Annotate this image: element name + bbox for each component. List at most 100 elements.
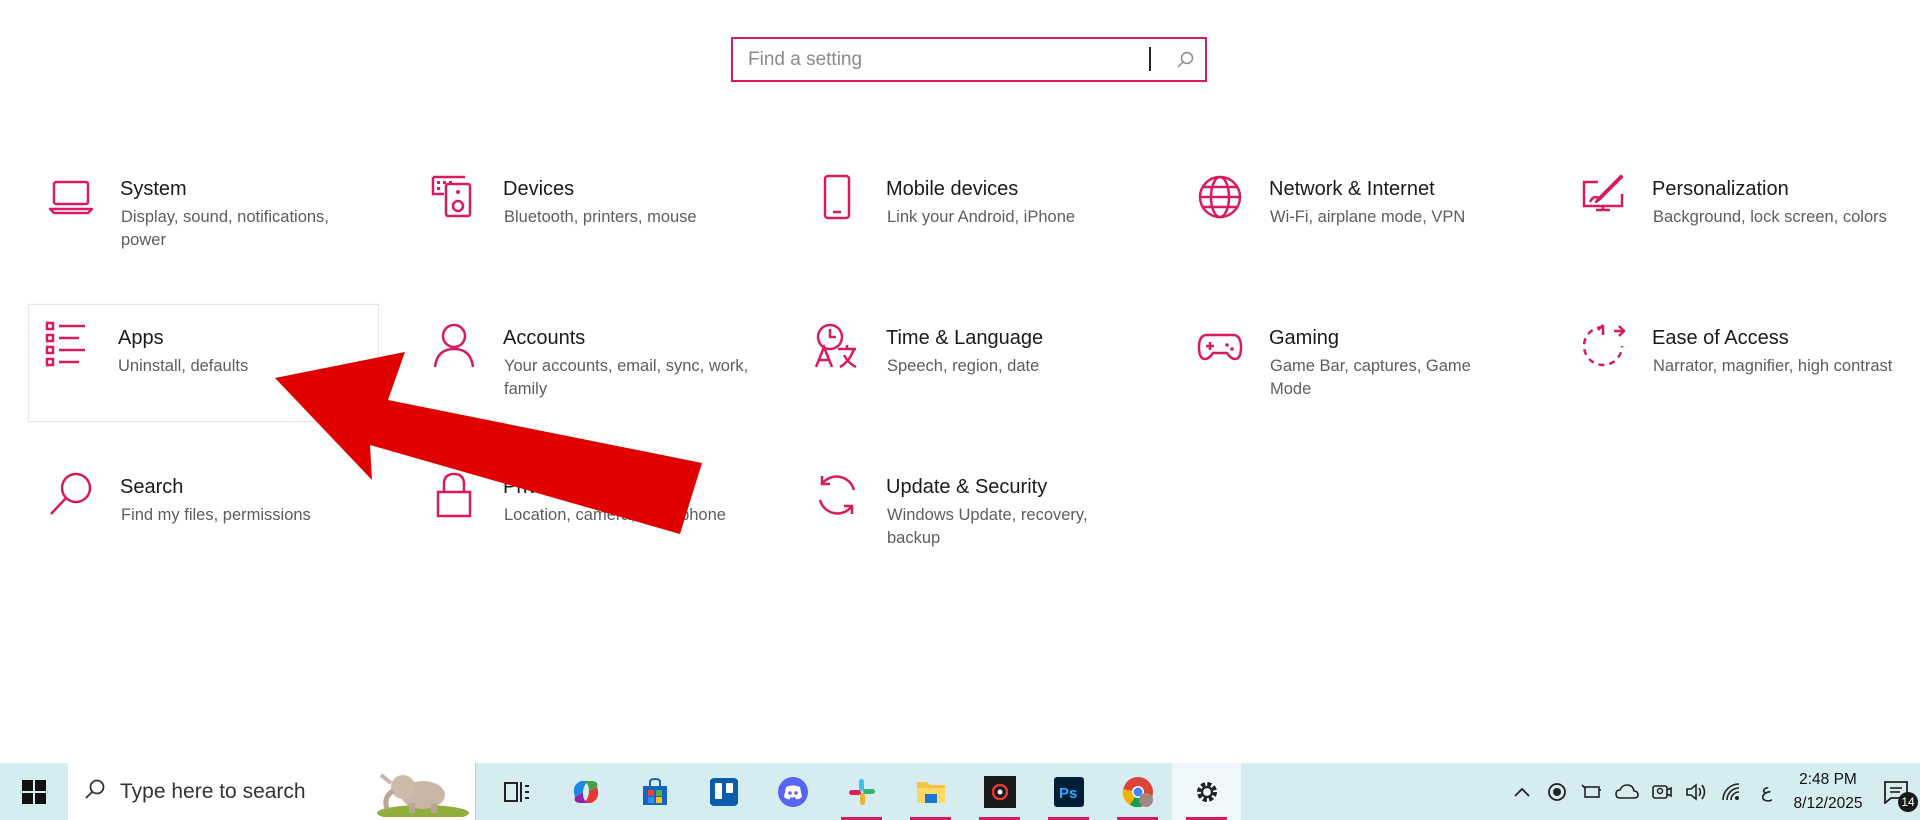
svg-text:Ps: Ps: [1059, 785, 1077, 802]
tile-title: Gaming: [1269, 327, 1340, 349]
tile-description: Speech, region, date: [887, 357, 1040, 375]
taskbar-clock[interactable]: 2:48 PM 8/12/2025: [1784, 768, 1872, 816]
tray-onedrive-button[interactable]: [1609, 763, 1644, 820]
speaker-icon: [1685, 782, 1705, 801]
search-icon[interactable]: [1165, 39, 1205, 80]
search-icon: [84, 778, 106, 805]
taskbar-search-placeholder: Type here to search: [120, 779, 306, 803]
taskbar-pinned-apps: Ps: [482, 763, 1241, 820]
cloud-icon: [1614, 783, 1639, 799]
tile-description: Link your Android, iPhone: [887, 208, 1076, 226]
trello-icon: [709, 777, 738, 806]
tile-description: Game Bar, captures, Game Mode: [1270, 357, 1471, 398]
task-view-button[interactable]: [482, 763, 551, 820]
find-setting-search[interactable]: Find a setting: [731, 37, 1207, 82]
tile-update-security[interactable]: Update & Security Windows Update, recove…: [796, 458, 1151, 576]
tile-description: Your accounts, email, sync, work, family: [504, 357, 749, 398]
lock-icon: [429, 470, 479, 520]
tile-description: Windows Update, recovery, backup: [887, 506, 1088, 547]
tile-description: Bluetooth, printers, mouse: [504, 208, 697, 226]
tile-description: Narrator, magnifier, high contrast: [1653, 357, 1893, 375]
tile-time-language[interactable]: Time & Language Speech, region, date: [796, 309, 1151, 427]
tile-title: Time & Language: [886, 327, 1044, 349]
search-icon: [46, 470, 96, 520]
tile-title: Accounts: [503, 327, 586, 349]
start-button[interactable]: [0, 763, 68, 820]
tray-record-button[interactable]: [1539, 763, 1574, 820]
search-input[interactable]: Find a setting: [733, 49, 1165, 71]
notification-count-badge: 14: [1898, 792, 1918, 812]
sync-arrows-icon: [812, 470, 862, 520]
game-controller-icon: [1195, 321, 1245, 371]
system-tray: ع 2:48 PM 8/12/2025 14: [1504, 763, 1920, 820]
tile-devices[interactable]: Devices Bluetooth, printers, mouse: [413, 160, 768, 278]
slack-icon: [848, 778, 875, 805]
clock-date: 8/12/2025: [1793, 794, 1863, 812]
tray-network-button[interactable]: [1714, 763, 1749, 820]
chrome-icon: [1122, 776, 1153, 807]
discord-icon: [777, 776, 808, 807]
tile-description: Uninstall, defaults: [118, 357, 249, 375]
tile-search[interactable]: Search Find my files, permissions: [30, 458, 385, 576]
davinci-resolve-app[interactable]: [965, 763, 1034, 820]
tile-description: Find my files, permissions: [121, 506, 311, 524]
copilot-app[interactable]: [551, 763, 620, 820]
tile-accounts[interactable]: Accounts Your accounts, email, sync, wor…: [413, 309, 768, 427]
tile-description: Background, lock screen, colors: [1653, 208, 1887, 226]
tile-title: Search: [120, 476, 184, 498]
tile-system[interactable]: System Display, sound, notifications, po…: [30, 160, 385, 278]
ease-of-access-icon: [1578, 321, 1628, 371]
chrome-app[interactable]: [1103, 763, 1172, 820]
photoshop-icon: Ps: [1053, 776, 1084, 807]
tray-volume-button[interactable]: [1679, 763, 1714, 820]
tray-battery-button[interactable]: [1574, 763, 1609, 820]
tray-meet-button[interactable]: [1644, 763, 1679, 820]
tile-title: Devices: [503, 178, 575, 200]
taskbar-search-box[interactable]: Type here to search: [68, 763, 476, 820]
tile-description: Wi-Fi, airplane mode, VPN: [1270, 208, 1466, 226]
tile-title: Apps: [118, 327, 164, 349]
tile-title: System: [120, 178, 187, 200]
input-language-indicator[interactable]: ع: [1749, 763, 1784, 820]
tile-title: Update & Security: [886, 476, 1048, 498]
tile-title: Ease of Access: [1652, 327, 1789, 349]
tile-gaming[interactable]: Gaming Game Bar, captures, Game Mode: [1179, 309, 1534, 427]
devices-icon: [429, 172, 479, 222]
time-language-icon: [812, 321, 862, 371]
task-view-icon: [503, 781, 529, 802]
action-center-button[interactable]: 14: [1872, 763, 1920, 820]
show-hidden-icons-button[interactable]: [1504, 763, 1539, 820]
gear-icon: [1196, 781, 1217, 802]
tile-description: Display, sound, notifications, power: [121, 208, 329, 249]
tile-privacy[interactable]: Privacy Location, camera, microphone: [413, 458, 768, 576]
file-explorer-app[interactable]: [896, 763, 965, 820]
trello-app[interactable]: [689, 763, 758, 820]
store-icon: [642, 777, 667, 805]
tile-title: Mobile devices: [886, 178, 1019, 200]
globe-icon: [1195, 172, 1245, 222]
windows-logo-icon: [22, 779, 46, 804]
record-icon: [1547, 782, 1566, 801]
tile-apps[interactable]: Apps Uninstall, defaults: [28, 304, 379, 422]
text-caret: [1149, 47, 1151, 71]
photoshop-app[interactable]: Ps: [1034, 763, 1103, 820]
settings-app[interactable]: [1172, 763, 1241, 820]
wifi-icon: [1721, 782, 1739, 800]
battery-plug-icon: [1580, 783, 1601, 798]
discord-app[interactable]: [758, 763, 827, 820]
tile-network-internet[interactable]: Network & Internet Wi-Fi, airplane mode,…: [1179, 160, 1534, 278]
tile-personalization[interactable]: Personalization Background, lock screen,…: [1562, 160, 1917, 278]
tile-mobile-devices[interactable]: Mobile devices Link your Android, iPhone: [796, 160, 1151, 278]
tile-title: Privacy: [503, 476, 569, 498]
copilot-icon: [573, 780, 598, 803]
tile-ease-of-access[interactable]: Ease of Access Narrator, magnifier, high…: [1562, 309, 1917, 427]
folder-icon: [916, 781, 945, 803]
taskbar: Type here to search Ps ع 2:48 PM 8/12/20…: [0, 763, 1920, 820]
slack-app[interactable]: [827, 763, 896, 820]
chevron-up-icon: [1513, 787, 1530, 797]
microsoft-store-app[interactable]: [620, 763, 689, 820]
clock-time: 2:48 PM: [1799, 770, 1857, 788]
tile-title: Personalization: [1652, 178, 1789, 200]
laptop-icon: [46, 172, 96, 222]
apps-list-icon: [43, 319, 93, 369]
